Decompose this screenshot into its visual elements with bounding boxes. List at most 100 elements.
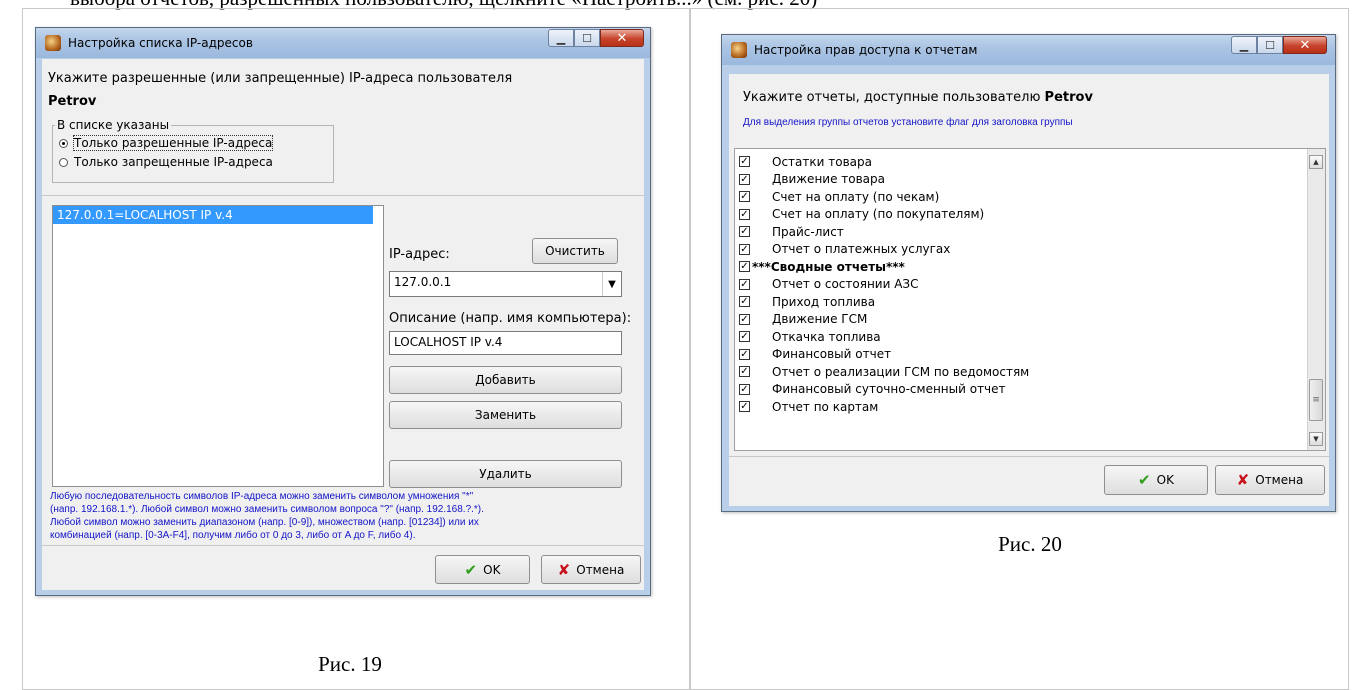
- report-row[interactable]: ✓ ***Сводные отчеты***: [735, 258, 1307, 276]
- instruction-label: Укажите отчеты, доступные пользователю: [743, 90, 1041, 105]
- report-label: Отчет о платежных услугах: [772, 242, 951, 257]
- ip-list-window: Настройка списка IP-адресов ▁ ☐ ✕ Укажит…: [35, 27, 651, 596]
- checkbox-icon[interactable]: ✓: [739, 383, 750, 395]
- checkbox-icon[interactable]: ✓: [739, 156, 750, 168]
- ip-list[interactable]: 127.0.0.1=LOCALHOST IP v.4: [52, 205, 384, 487]
- cancel-button[interactable]: ✘ Отмена: [1215, 465, 1325, 495]
- replace-button[interactable]: Заменить: [389, 401, 622, 429]
- scroll-thumb[interactable]: ≡: [1309, 379, 1323, 421]
- hint-line: комбинацией (напр. [0-3A-F4], получим ли…: [50, 530, 416, 541]
- report-row[interactable]: ✓ Приход топлива: [735, 293, 1307, 311]
- scroll-up-icon[interactable]: ▲: [1309, 155, 1323, 169]
- ok-button[interactable]: ✔ OK: [435, 555, 530, 584]
- report-row[interactable]: ✓ Счет на оплату (по покупателям): [735, 206, 1307, 224]
- checkbox-icon[interactable]: ✓: [739, 313, 750, 325]
- cross-icon: ✘: [1236, 471, 1250, 489]
- radio-denied-label: Только запрещенные IP-адреса: [74, 155, 273, 169]
- instruction-text: Укажите отчеты, доступные пользователю P…: [743, 90, 1093, 105]
- cancel-button[interactable]: ✘ Отмена: [541, 555, 641, 584]
- report-label: Отчет о состоянии АЗС: [772, 277, 919, 292]
- report-label: Прайс-лист: [772, 224, 844, 239]
- title-bar[interactable]: Настройка списка IP-адресов ▁ ☐ ✕: [36, 28, 650, 58]
- title-bar[interactable]: Настройка прав доступа к отчетам ▁ ☐ ✕: [722, 35, 1335, 65]
- clear-button[interactable]: Очистить: [532, 238, 618, 264]
- ip-address-value: 127.0.0.1: [394, 275, 452, 289]
- checkbox-icon[interactable]: ✓: [739, 173, 750, 185]
- checkbox-icon[interactable]: ✓: [739, 226, 750, 238]
- group-hint: Для выделения группы отчетов установите …: [743, 117, 1073, 128]
- report-label: Движение ГСМ: [772, 312, 868, 327]
- delete-button[interactable]: Удалить: [389, 460, 622, 488]
- report-row[interactable]: ✓ Остатки товара: [735, 153, 1307, 171]
- report-row[interactable]: ✓ Движение товара: [735, 171, 1307, 189]
- hint-line: Любой символ можно заменить диапазоном (…: [50, 517, 479, 528]
- hint-line: Любую последовательность символов IP-адр…: [50, 491, 474, 502]
- checkbox-icon[interactable]: ✓: [739, 243, 750, 255]
- report-row[interactable]: ✓ Прайс-лист: [735, 223, 1307, 241]
- report-label: Остатки товара: [772, 154, 872, 169]
- checkbox-icon[interactable]: ✓: [739, 278, 750, 290]
- checkbox-icon[interactable]: ✓: [739, 401, 750, 413]
- report-label: Финансовый отчет: [772, 347, 892, 362]
- report-row[interactable]: ✓ Отчет о реализации ГСМ по ведомостям: [735, 363, 1307, 381]
- report-row[interactable]: ✓ Отчет по картам: [735, 398, 1307, 416]
- cancel-button-label: Отмена: [576, 562, 625, 577]
- report-row[interactable]: ✓ Откачка топлива: [735, 328, 1307, 346]
- report-list[interactable]: ✓ Остатки товара ✓ Движение товара ✓ Счет на …: [734, 148, 1326, 451]
- add-button[interactable]: Добавить: [389, 366, 622, 394]
- list-item[interactable]: 127.0.0.1=LOCALHOST IP v.4: [53, 206, 373, 224]
- maximize-icon[interactable]: ☐: [1257, 36, 1283, 54]
- checkbox-icon[interactable]: ✓: [739, 366, 750, 378]
- radio-selected-icon: [59, 139, 68, 148]
- report-label: ***Сводные отчеты***: [752, 259, 905, 274]
- scrollbar[interactable]: ▲ ≡ ▼: [1307, 149, 1325, 450]
- figure-caption-19: Рис. 19: [318, 652, 382, 676]
- checkbox-icon[interactable]: ✓: [739, 296, 750, 308]
- report-label: Движение товара: [772, 172, 886, 187]
- ip-mask-hint: Любую последовательность символов IP-адр…: [50, 490, 640, 542]
- description-label: Описание (напр. имя компьютера):: [389, 311, 632, 326]
- radio-denied[interactable]: Только запрещенные IP-адреса: [59, 155, 273, 169]
- report-row[interactable]: ✓ Счет на оплату (по чекам): [735, 188, 1307, 206]
- checkbox-icon[interactable]: ✓: [739, 348, 750, 360]
- figure-caption-20: Рис. 20: [998, 532, 1062, 556]
- ok-button-label: OK: [483, 562, 501, 577]
- checkbox-icon[interactable]: ✓: [739, 208, 750, 220]
- report-label: Откачка топлива: [772, 329, 881, 344]
- description-field[interactable]: LOCALHOST IP v.4: [389, 331, 622, 355]
- divider: [42, 195, 644, 196]
- checkbox-icon[interactable]: ✓: [739, 191, 750, 203]
- radio-allowed[interactable]: Только разрешенные IP-адреса: [59, 135, 274, 151]
- ok-button[interactable]: ✔ OK: [1104, 465, 1208, 495]
- report-row[interactable]: ✓ Движение ГСМ: [735, 311, 1307, 329]
- close-icon[interactable]: ✕: [1283, 36, 1327, 54]
- minimize-icon[interactable]: ▁: [548, 29, 574, 47]
- ip-address-combo[interactable]: 127.0.0.1 ▼: [389, 271, 622, 297]
- report-label: Отчет о реализации ГСМ по ведомостям: [772, 364, 1030, 379]
- ip-label: IP-адрес:: [389, 247, 450, 262]
- maximize-icon[interactable]: ☐: [574, 29, 600, 47]
- cancel-button-label: Отмена: [1255, 473, 1304, 487]
- ok-button-label: OK: [1156, 473, 1174, 487]
- minimize-icon[interactable]: ▁: [1231, 36, 1257, 54]
- close-icon[interactable]: ✕: [600, 29, 644, 47]
- app-icon: [45, 35, 61, 51]
- radio-allowed-label: Только разрешенные IP-адреса: [72, 135, 274, 151]
- app-icon: [731, 42, 747, 58]
- report-row[interactable]: ✓ Отчет о платежных услугах: [735, 241, 1307, 259]
- check-icon: ✔: [1138, 471, 1151, 489]
- report-row[interactable]: ✓ Отчет о состоянии АЗС: [735, 276, 1307, 294]
- checkbox-icon[interactable]: ✓: [739, 261, 750, 273]
- report-row[interactable]: ✓ Финансовый отчет: [735, 346, 1307, 364]
- user-name: Petrov: [1044, 90, 1093, 105]
- client-area: Укажите отчеты, доступные пользователю P…: [729, 74, 1329, 506]
- chevron-down-icon[interactable]: ▼: [602, 272, 621, 296]
- instruction-text: Укажите разрешенные (или запрещенные) IP…: [48, 71, 513, 86]
- checkbox-icon[interactable]: ✓: [739, 331, 750, 343]
- hint-line: (напр. 192.168.1.*). Любой символ можно …: [50, 504, 484, 515]
- scroll-down-icon[interactable]: ▼: [1309, 432, 1323, 446]
- report-row[interactable]: ✓ Финансовый суточно-сменный отчет: [735, 381, 1307, 399]
- window-title: Настройка прав доступа к отчетам: [754, 43, 978, 57]
- window-title: Настройка списка IP-адресов: [68, 36, 253, 50]
- report-label: Счет на оплату (по покупателям): [772, 207, 985, 222]
